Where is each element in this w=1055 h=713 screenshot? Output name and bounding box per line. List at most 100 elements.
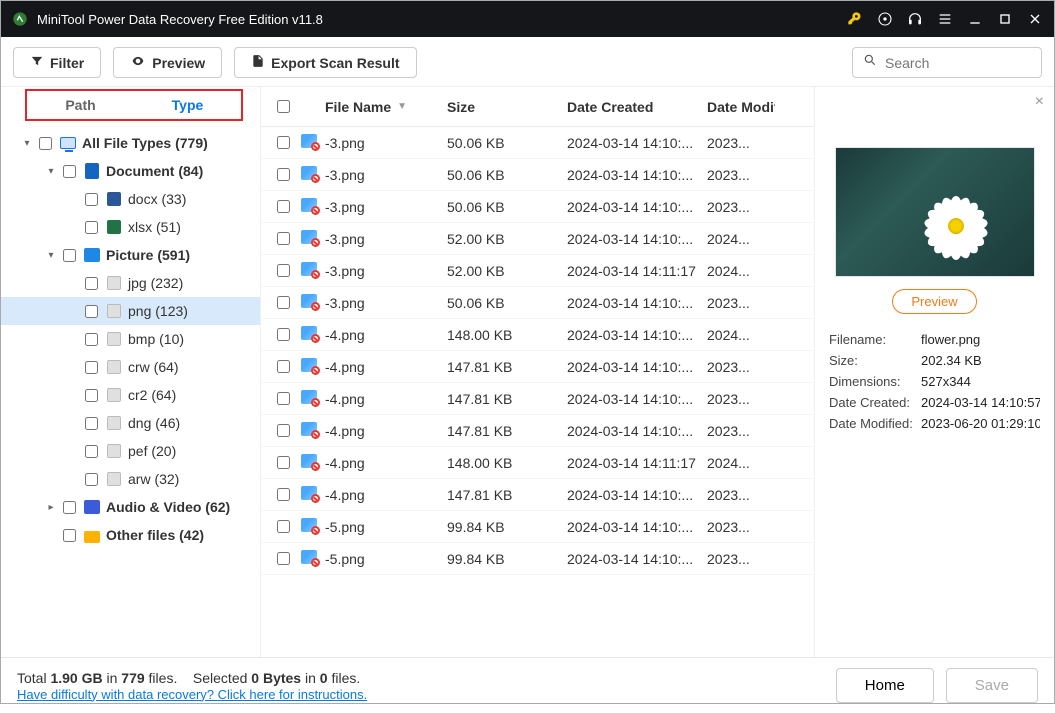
png-file-icon: [301, 294, 317, 308]
tree-checkbox[interactable]: [85, 305, 98, 318]
tree-node-all[interactable]: ▾ All File Types (779): [1, 129, 260, 157]
table-row[interactable]: -3.png50.06 KB2024-03-14 14:10:...2023..…: [261, 191, 814, 223]
row-checkbox[interactable]: [277, 168, 290, 181]
sort-desc-icon: ▼: [397, 101, 407, 112]
preview-button[interactable]: Preview: [113, 47, 222, 78]
col-date-created[interactable]: Date Created: [567, 99, 707, 115]
row-checkbox[interactable]: [277, 136, 290, 149]
image-file-icon: [106, 275, 122, 291]
menu-icon[interactable]: [936, 10, 954, 28]
filter-button[interactable]: Filter: [13, 47, 101, 78]
tree-checkbox[interactable]: [85, 221, 98, 234]
cell-modified: 2023...: [707, 135, 775, 151]
cell-size: 148.00 KB: [447, 455, 567, 471]
col-date-modified[interactable]: Date Modifi: [707, 99, 775, 115]
search-input[interactable]: [883, 54, 1031, 72]
tree-checkbox[interactable]: [39, 137, 52, 150]
maximize-icon[interactable]: [996, 10, 1014, 28]
tree-checkbox[interactable]: [63, 165, 76, 178]
tree-node-bmp[interactable]: bmp (10): [1, 325, 260, 353]
row-checkbox[interactable]: [277, 360, 290, 373]
cell-created: 2024-03-14 14:10:...: [567, 167, 707, 183]
tree-node-picture[interactable]: ▾ Picture (591): [1, 241, 260, 269]
status-bar: Total 1.90 GB in 779 files. Selected 0 B…: [1, 657, 1054, 713]
tree-node-pef[interactable]: pef (20): [1, 437, 260, 465]
cell-modified: 2023...: [707, 295, 775, 311]
table-row[interactable]: -3.png52.00 KB2024-03-14 14:10:...2024..…: [261, 223, 814, 255]
minimize-icon[interactable]: [966, 10, 984, 28]
tree-node-xlsx[interactable]: xlsx (51): [1, 213, 260, 241]
tree-checkbox[interactable]: [85, 445, 98, 458]
tree-node-audio[interactable]: ▸ Audio & Video (62): [1, 493, 260, 521]
tree-node-docx[interactable]: docx (33): [1, 185, 260, 213]
save-button[interactable]: Save: [946, 668, 1038, 703]
tree-node-png[interactable]: png (123): [1, 297, 260, 325]
headphones-icon[interactable]: [906, 10, 924, 28]
row-checkbox[interactable]: [277, 488, 290, 501]
tree-checkbox[interactable]: [85, 417, 98, 430]
meta-value-created: 2024-03-14 14:10:57: [921, 395, 1040, 410]
cell-modified: 2024...: [707, 231, 775, 247]
row-checkbox[interactable]: [277, 520, 290, 533]
row-checkbox[interactable]: [277, 392, 290, 405]
table-row[interactable]: -4.png147.81 KB2024-03-14 14:10:...2023.…: [261, 351, 814, 383]
close-preview-icon[interactable]: ×: [1035, 93, 1044, 111]
tree-checkbox[interactable]: [85, 277, 98, 290]
row-checkbox[interactable]: [277, 232, 290, 245]
table-row[interactable]: -4.png148.00 KB2024-03-14 14:11:172024..…: [261, 447, 814, 479]
table-row[interactable]: -4.png147.81 KB2024-03-14 14:10:...2023.…: [261, 479, 814, 511]
row-checkbox[interactable]: [277, 424, 290, 437]
row-checkbox[interactable]: [277, 296, 290, 309]
table-row[interactable]: -3.png52.00 KB2024-03-14 14:11:172024...: [261, 255, 814, 287]
tree-checkbox[interactable]: [63, 501, 76, 514]
cell-created: 2024-03-14 14:10:...: [567, 135, 707, 151]
preview-pane: × Preview Filename:flower.png Size:202.3…: [814, 87, 1054, 657]
row-checkbox[interactable]: [277, 200, 290, 213]
chevron-down-icon: ▾: [21, 138, 33, 149]
disc-icon[interactable]: [876, 10, 894, 28]
table-row[interactable]: -3.png50.06 KB2024-03-14 14:10:...2023..…: [261, 287, 814, 319]
col-size[interactable]: Size: [447, 99, 567, 115]
tree-label: All File Types (779): [82, 135, 208, 151]
col-filename[interactable]: File Name ▼: [325, 99, 447, 115]
table-row[interactable]: -4.png147.81 KB2024-03-14 14:10:...2023.…: [261, 415, 814, 447]
tree-node-dng[interactable]: dng (46): [1, 409, 260, 437]
table-row[interactable]: -3.png50.06 KB2024-03-14 14:10:...2023..…: [261, 159, 814, 191]
row-checkbox[interactable]: [277, 264, 290, 277]
search-input-wrapper[interactable]: [852, 47, 1042, 78]
tree-node-cr2[interactable]: cr2 (64): [1, 381, 260, 409]
tree-checkbox[interactable]: [63, 529, 76, 542]
tree-checkbox[interactable]: [85, 361, 98, 374]
home-button[interactable]: Home: [836, 668, 934, 703]
tree-checkbox[interactable]: [63, 249, 76, 262]
export-button[interactable]: Export Scan Result: [234, 47, 416, 78]
tree-node-arw[interactable]: arw (32): [1, 465, 260, 493]
tree-checkbox[interactable]: [85, 333, 98, 346]
tab-type[interactable]: Type: [134, 91, 241, 119]
table-row[interactable]: -5.png99.84 KB2024-03-14 14:10:...2023..…: [261, 543, 814, 575]
tab-path[interactable]: Path: [27, 91, 134, 119]
tree-node-other[interactable]: Other files (42): [1, 521, 260, 549]
col-filename-label: File Name: [325, 99, 391, 115]
tree-label: cr2 (64): [128, 387, 176, 403]
tree-node-crw[interactable]: crw (64): [1, 353, 260, 381]
key-icon[interactable]: [846, 10, 864, 28]
table-row[interactable]: -4.png148.00 KB2024-03-14 14:10:...2024.…: [261, 319, 814, 351]
close-icon[interactable]: [1026, 10, 1044, 28]
table-row[interactable]: -5.png99.84 KB2024-03-14 14:10:...2023..…: [261, 511, 814, 543]
tree-node-jpg[interactable]: jpg (232): [1, 269, 260, 297]
row-checkbox[interactable]: [277, 328, 290, 341]
image-file-icon: [106, 303, 122, 319]
tree-checkbox[interactable]: [85, 389, 98, 402]
tree-checkbox[interactable]: [85, 473, 98, 486]
table-row[interactable]: -3.png50.06 KB2024-03-14 14:10:...2023..…: [261, 127, 814, 159]
tree-label: xlsx (51): [128, 219, 181, 235]
open-preview-button[interactable]: Preview: [892, 289, 976, 314]
select-all-checkbox[interactable]: [277, 100, 290, 113]
help-link[interactable]: Have difficulty with data recovery? Clic…: [17, 687, 367, 702]
tree-node-document[interactable]: ▾ Document (84): [1, 157, 260, 185]
tree-checkbox[interactable]: [85, 193, 98, 206]
row-checkbox[interactable]: [277, 456, 290, 469]
row-checkbox[interactable]: [277, 552, 290, 565]
table-row[interactable]: -4.png147.81 KB2024-03-14 14:10:...2023.…: [261, 383, 814, 415]
